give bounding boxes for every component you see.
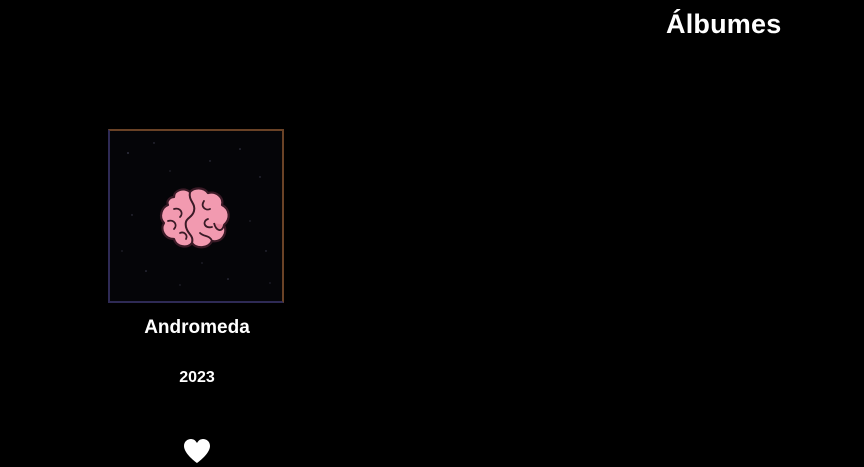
album-cover[interactable] <box>108 129 284 303</box>
album-title[interactable]: Andromeda <box>98 317 296 339</box>
like-button[interactable] <box>183 438 211 464</box>
section-title: Álbumes <box>666 9 782 39</box>
heart-icon <box>184 439 210 463</box>
album-card[interactable]: Andromeda 2023 <box>98 120 296 467</box>
album-year: 2023 <box>179 369 215 386</box>
albums-page: Álbumes Andromeda 2023 <box>0 0 864 467</box>
brain-icon <box>159 187 230 249</box>
cover-art <box>121 142 271 286</box>
